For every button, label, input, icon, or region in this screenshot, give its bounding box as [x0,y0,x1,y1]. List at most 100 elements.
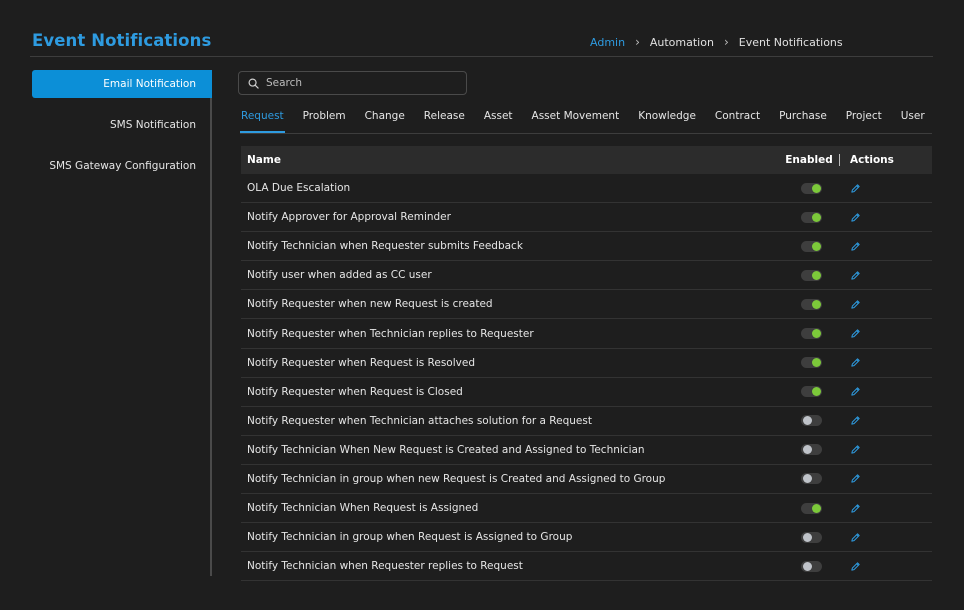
toggle-knob [802,416,812,426]
tab-change[interactable]: Change [364,107,406,131]
enabled-toggle[interactable] [800,269,822,281]
enabled-toggle[interactable] [800,502,822,514]
notification-name[interactable]: Notify user when added as CC user [241,269,781,281]
notification-name[interactable]: Notify Requester when Request is Closed [241,386,781,398]
notifications-table: Name Enabled Actions OLA Due Escalation … [241,146,932,582]
enabled-cell [781,386,841,398]
pencil-icon[interactable] [850,357,861,368]
module-tabs: Request Problem Change Release Asset Ass… [240,107,932,134]
notification-name[interactable]: Notify Requester when Technician attache… [241,415,781,427]
table-row: Notify Technician in group when Request … [241,523,932,553]
enabled-cell [781,240,841,252]
enabled-toggle[interactable] [800,240,822,252]
tab-request[interactable]: Request [240,107,285,133]
pencil-icon[interactable] [850,561,861,572]
tab-project[interactable]: Project [845,107,883,131]
tab-knowledge[interactable]: Knowledge [637,107,697,131]
pencil-icon[interactable] [850,183,861,194]
pencil-icon[interactable] [850,473,861,484]
actions-cell [841,328,861,339]
enabled-cell [781,211,841,223]
table-row: Notify Technician when Requester replies… [241,552,932,582]
column-header-actions: Actions [850,154,894,166]
breadcrumb-admin[interactable]: Admin [590,36,625,49]
tab-asset[interactable]: Asset [483,107,514,131]
breadcrumb-automation[interactable]: Automation [650,36,714,49]
sidebar-item-label: SMS Notification [110,119,196,131]
pencil-icon[interactable] [850,212,861,223]
sidebar-item-sms-notification[interactable]: SMS Notification [32,111,212,139]
pencil-icon[interactable] [850,270,861,281]
page-title: Event Notifications [32,31,212,50]
actions-cell [841,561,861,572]
table-header: Name Enabled Actions [241,146,932,174]
actions-cell [841,241,861,252]
sidebar-item-sms-gateway-configuration[interactable]: SMS Gateway Configuration [32,152,212,180]
sidebar-item-email-notification[interactable]: Email Notification [32,70,212,98]
notification-name[interactable]: Notify Technician When New Request is Cr… [241,444,781,456]
enabled-cell [781,473,841,485]
enabled-toggle[interactable] [800,415,822,427]
enabled-cell [781,415,841,427]
chevron-right-icon: › [635,35,640,49]
enabled-toggle[interactable] [800,473,822,485]
column-header-enabled: Enabled [779,154,840,166]
tab-release[interactable]: Release [423,107,466,131]
tab-contract[interactable]: Contract [714,107,761,131]
notification-name[interactable]: Notify Approver for Approval Reminder [241,211,781,223]
actions-cell [841,183,861,194]
enabled-toggle[interactable] [800,182,822,194]
notification-name[interactable]: Notify Technician when Requester submits… [241,240,781,252]
enabled-toggle[interactable] [800,560,822,572]
search-box[interactable] [238,71,467,95]
notification-name[interactable]: OLA Due Escalation [241,182,781,194]
breadcrumb: Admin › Automation › Event Notifications [590,35,843,49]
breadcrumb-event-notifications: Event Notifications [738,35,843,49]
actions-cell [841,532,861,543]
toggle-knob [811,358,821,368]
enabled-toggle[interactable] [800,386,822,398]
notification-name[interactable]: Notify Requester when Request is Resolve… [241,357,781,369]
header-divider [30,56,933,57]
column-header-name[interactable]: Name [241,154,779,166]
pencil-icon[interactable] [850,299,861,310]
pencil-icon[interactable] [850,503,861,514]
actions-cell [841,299,861,310]
pencil-icon[interactable] [850,532,861,543]
event-notifications-page: Event Notifications Admin › Automation ›… [0,0,964,610]
toggle-knob [811,503,821,513]
notification-name[interactable]: Notify Technician when Requester replies… [241,560,781,572]
tab-user[interactable]: User [900,107,926,131]
notification-name[interactable]: Notify Requester when new Request is cre… [241,298,781,310]
toggle-knob [811,183,821,193]
tab-purchase[interactable]: Purchase [778,107,828,131]
notification-name[interactable]: Notify Requester when Technician replies… [241,328,781,340]
enabled-toggle[interactable] [800,357,822,369]
enabled-toggle[interactable] [800,298,822,310]
table-row: Notify Technician When New Request is Cr… [241,436,932,465]
table-row: Notify Technician in group when new Requ… [241,465,932,495]
pencil-icon[interactable] [850,386,861,397]
toggle-knob [811,299,821,309]
pencil-icon[interactable] [850,241,861,252]
tab-problem[interactable]: Problem [302,107,347,131]
pencil-icon[interactable] [850,328,861,339]
toggle-knob [811,329,821,339]
actions-cell [841,386,861,397]
notification-name[interactable]: Notify Technician in group when Request … [241,531,781,543]
enabled-toggle[interactable] [800,328,822,340]
search-input[interactable] [264,76,458,90]
enabled-toggle[interactable] [800,444,822,456]
notification-name[interactable]: Notify Technician When Request is Assign… [241,502,781,514]
table-row: Notify Approver for Approval Reminder [241,203,932,233]
enabled-toggle[interactable] [800,211,822,223]
toggle-knob [811,387,821,397]
tab-asset-movement[interactable]: Asset Movement [531,107,621,131]
enabled-toggle[interactable] [800,531,822,543]
notification-name[interactable]: Notify Technician in group when new Requ… [241,473,781,485]
table-row: Notify Requester when Request is Resolve… [241,349,932,378]
chevron-right-icon: › [723,35,729,49]
pencil-icon[interactable] [850,444,861,455]
sidebar-item-label: Email Notification [103,78,196,90]
pencil-icon[interactable] [850,415,861,426]
